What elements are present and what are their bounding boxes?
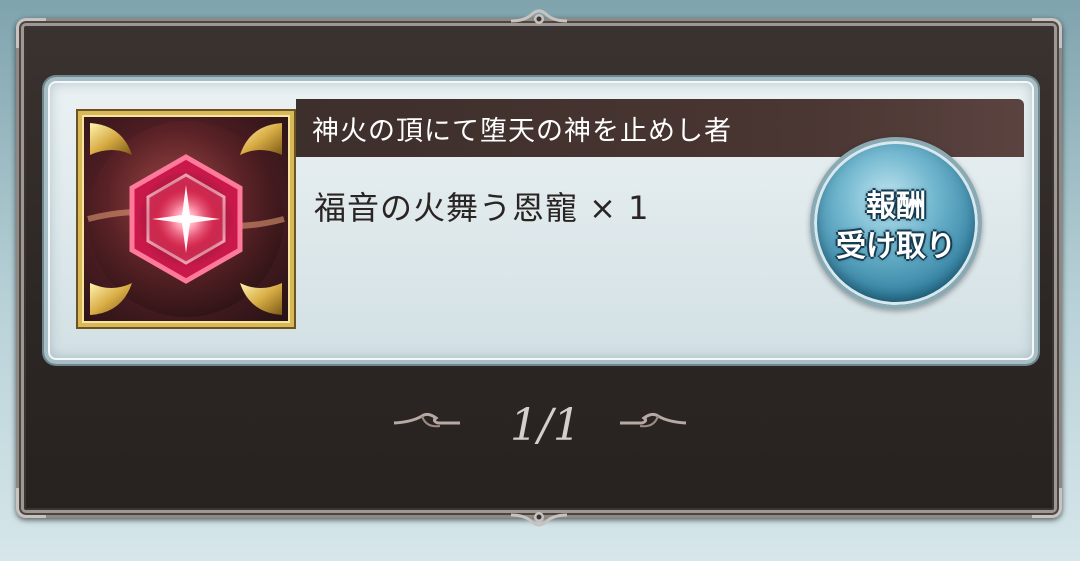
pager: 1/1 xyxy=(0,392,1080,452)
frame-corner-ornament xyxy=(1032,488,1062,518)
reward-item-thumbnail xyxy=(78,111,294,327)
frame-corner-ornament xyxy=(1032,18,1062,48)
frame-corner-ornament xyxy=(16,488,46,518)
page-indicator: 1/1 xyxy=(510,400,581,451)
ornate-right-arrow-icon[interactable] xyxy=(618,410,688,434)
ornate-left-arrow-icon[interactable] xyxy=(392,410,462,434)
reward-text: 福音の火舞う恩寵 × 1 xyxy=(314,189,650,227)
mission-title: 神火の頂にて堕天の神を止めし者 xyxy=(312,116,732,147)
frame-corner-ornament xyxy=(16,18,46,48)
claim-button-label-line1: 報酬 xyxy=(866,189,926,224)
frame-bottom-ornament-icon xyxy=(510,512,568,527)
claim-button-label-line2: 受け取り xyxy=(836,229,956,264)
mission-card: 神火の頂にて堕天の神を止めし者 福音の火舞う恩寵 × 1 報酬 受け取り xyxy=(44,77,1038,364)
claim-reward-button[interactable]: 報酬 受け取り xyxy=(810,137,982,309)
frame-top-ornament-icon xyxy=(510,9,568,24)
red-hexagon-gem-icon xyxy=(87,121,285,317)
